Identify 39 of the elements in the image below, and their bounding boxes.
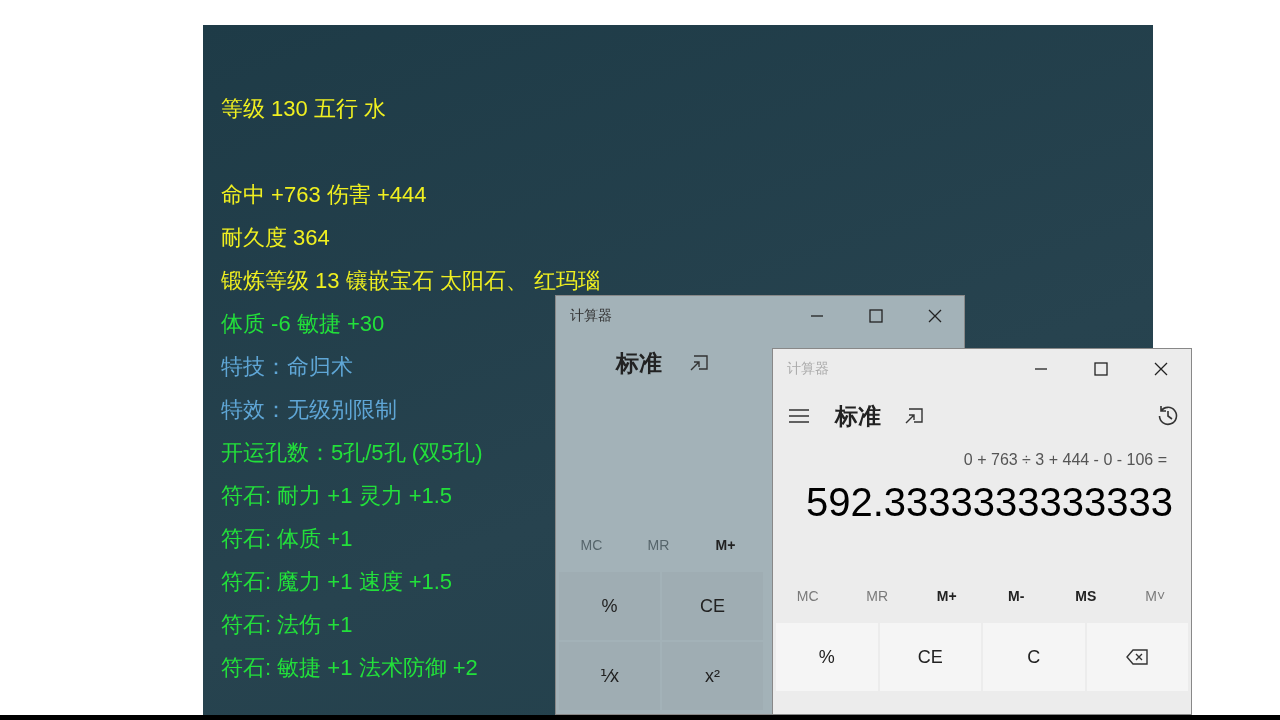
calculator-key[interactable]: CE (879, 623, 981, 691)
info-line: 符石: 体质 +1 (221, 525, 353, 553)
memory-button[interactable]: M+ (692, 520, 759, 570)
calculator-key[interactable]: x² (662, 642, 763, 710)
info-line: 符石: 敏捷 +1 法术防御 +2 (221, 654, 478, 682)
history-icon[interactable] (1157, 405, 1179, 427)
calculator-key[interactable]: CE (662, 572, 763, 640)
info-line: 锻炼等级 13 镶嵌宝石 太阳石、 红玛瑙 (221, 267, 600, 295)
info-line: 符石: 耐力 +1 灵力 +1.5 (221, 482, 453, 510)
maximize-icon[interactable] (1094, 362, 1108, 376)
info-line: 等级 130 五行 水 (221, 95, 387, 123)
mode-title: 标准 (835, 401, 881, 431)
backspace-icon (1126, 649, 1149, 665)
keep-on-top-icon[interactable] (905, 408, 923, 424)
result-display: 592.3333333333333 (805, 479, 1173, 526)
info-line: 耐久度 364 (221, 224, 330, 252)
expression-text: 0 + 763 ÷ 3 + 444 - 0 - 106 = (963, 450, 1167, 470)
info-line: 特技：命归术 (221, 353, 353, 381)
calculator-key[interactable]: % (776, 623, 878, 691)
calculator-key[interactable]: ⅟x (559, 642, 660, 710)
info-line: 符石: 法伤 +1 (221, 611, 353, 639)
menu-icon[interactable] (789, 409, 809, 423)
window-title: 计算器 (570, 307, 612, 325)
maximize-icon[interactable] (868, 309, 883, 323)
mode-title: 标准 (616, 348, 662, 378)
memory-button[interactable]: MS (1051, 571, 1121, 621)
info-line: 符石: 魔力 +1 速度 +1.5 (221, 568, 453, 596)
calculator-key[interactable]: % (559, 572, 660, 640)
close-icon[interactable] (927, 309, 942, 323)
close-icon[interactable] (1154, 362, 1168, 376)
info-line: 体质 -6 敏捷 +30 (221, 310, 385, 338)
info-line: 命中 +763 伤害 +444 (221, 181, 427, 209)
memory-button[interactable]: M- (981, 571, 1051, 621)
keep-on-top-icon[interactable] (690, 355, 708, 371)
calculator-key[interactable]: C (983, 623, 1085, 691)
info-line: 特效：无级别限制 (221, 396, 397, 424)
window-title: 计算器 (787, 360, 829, 378)
info-line: 开运孔数：5孔/5孔 (双5孔) (221, 439, 483, 467)
memory-button[interactable]: M+ (912, 571, 982, 621)
